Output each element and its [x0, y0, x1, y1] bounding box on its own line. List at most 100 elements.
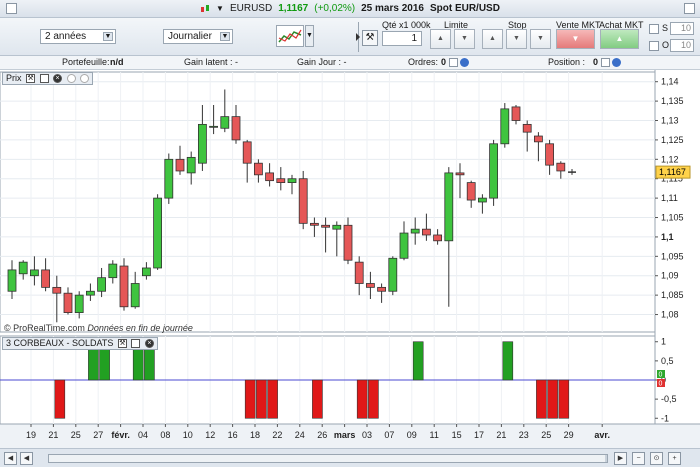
candle-body[interactable]: [209, 125, 219, 128]
candle-body[interactable]: [298, 178, 308, 224]
position-settings-icon[interactable]: [612, 58, 621, 68]
scroll-track[interactable]: [48, 454, 608, 463]
chevron-down-icon[interactable]: ▼: [103, 32, 113, 41]
signal-bar[interactable]: [502, 341, 514, 381]
candle-body[interactable]: [74, 294, 84, 313]
signal-bar[interactable]: [558, 379, 570, 419]
limit-buy-button[interactable]: ▲: [430, 29, 451, 49]
candle-body[interactable]: [410, 228, 420, 234]
candle-body[interactable]: [444, 172, 454, 242]
candle-body[interactable]: [332, 224, 342, 230]
candle-body[interactable]: [220, 116, 230, 129]
price-chart-svg[interactable]: 1,14 1,135 1,13 1,125 1,12 1,1 15 1,11 1,105 1,11…: [0, 70, 700, 448]
candle-body[interactable]: [29, 269, 39, 277]
signal-bar[interactable]: [356, 379, 368, 419]
wrench-icon[interactable]: ⚒: [26, 74, 36, 84]
candle-body[interactable]: [287, 178, 297, 183]
candle-body[interactable]: [377, 286, 387, 292]
candle-body[interactable]: [265, 172, 275, 182]
candle-body[interactable]: [343, 224, 353, 261]
close-icon[interactable]: ×: [144, 339, 154, 349]
candle-body[interactable]: [97, 277, 106, 292]
objective-distance-input[interactable]: 10: [670, 39, 694, 52]
candle-body[interactable]: [141, 267, 151, 277]
signal-bar[interactable]: [54, 379, 66, 419]
candle-body[interactable]: [522, 123, 532, 133]
orders-settings-icon[interactable]: [460, 58, 469, 68]
period-select[interactable]: 2 années ▼: [40, 29, 116, 44]
orders-actions[interactable]: [447, 57, 469, 68]
candle-body[interactable]: [186, 156, 196, 174]
candle-body[interactable]: [534, 135, 543, 143]
candle-body[interactable]: [433, 234, 443, 242]
stop-buy-button[interactable]: ▲: [482, 29, 503, 49]
candle-body[interactable]: [321, 224, 331, 228]
signal-bar[interactable]: [547, 379, 558, 419]
interval-select[interactable]: Journalier ▼: [163, 29, 233, 44]
candle-body[interactable]: [119, 265, 129, 308]
window-menu-icon[interactable]: [6, 3, 17, 14]
candle-body[interactable]: [477, 197, 487, 203]
candle-body[interactable]: [365, 283, 375, 288]
candle-body[interactable]: [63, 292, 73, 313]
buy-market-button[interactable]: ▲: [600, 29, 639, 49]
candle-body[interactable]: [466, 182, 476, 201]
settings-icon[interactable]: [66, 74, 76, 84]
candle-body[interactable]: [18, 261, 28, 275]
candle-body[interactable]: [511, 106, 521, 121]
candle-body[interactable]: [455, 172, 465, 176]
candle-body[interactable]: [52, 286, 62, 294]
candle-body[interactable]: [354, 261, 364, 284]
candle-body[interactable]: [108, 263, 118, 279]
candle-body[interactable]: [399, 232, 409, 259]
candle-body[interactable]: [421, 228, 431, 236]
stop-distance-input[interactable]: 10: [670, 22, 694, 35]
signal-bar[interactable]: [244, 379, 256, 419]
candle-body[interactable]: [175, 158, 185, 172]
signal-bar[interactable]: [267, 379, 278, 419]
stop-extra-button[interactable]: ▼: [530, 29, 551, 49]
candle-body[interactable]: [41, 269, 50, 288]
quantity-input[interactable]: 1: [382, 31, 422, 46]
candle-body[interactable]: [164, 158, 174, 199]
signal-bar[interactable]: [368, 379, 379, 419]
chart-scrollbar[interactable]: ◀ ◀ ▶ − ⊙ +: [0, 448, 700, 467]
zoom-in-icon[interactable]: +: [668, 452, 681, 465]
candle-body[interactable]: [7, 269, 17, 292]
limit-sell-button[interactable]: ▼: [454, 29, 475, 49]
chevron-down-icon[interactable]: ▼: [220, 32, 230, 41]
instrument-name[interactable]: EURUSD: [230, 3, 272, 14]
candle-body[interactable]: [231, 116, 241, 141]
candle-body[interactable]: [242, 141, 252, 164]
scroll-left-icon[interactable]: ◀: [20, 452, 33, 465]
chart-type-button[interactable]: [276, 25, 304, 47]
zoom-out-icon[interactable]: −: [632, 452, 645, 465]
candle-body[interactable]: [130, 283, 140, 308]
candle-body[interactable]: [309, 222, 319, 226]
candle-body[interactable]: [500, 108, 510, 145]
window-icon[interactable]: [39, 74, 49, 84]
window-icon[interactable]: [131, 339, 141, 349]
window-close-icon[interactable]: [684, 3, 695, 14]
position-list-icon[interactable]: [601, 58, 610, 68]
signal-bar[interactable]: [412, 341, 424, 381]
objective-checkbox[interactable]: [649, 41, 659, 51]
candle-body[interactable]: [276, 178, 286, 183]
chart-area[interactable]: 1,14 1,135 1,13 1,125 1,12 1,1 15 1,11 1,105 1,1 1…: [0, 70, 700, 448]
scroll-left-end-icon[interactable]: ◀: [4, 452, 17, 465]
candle-body[interactable]: [197, 123, 207, 164]
instrument-dropdown-arrow[interactable]: ▼: [216, 4, 224, 13]
orders-list-icon[interactable]: [449, 58, 458, 68]
signal-bar[interactable]: [256, 379, 267, 419]
wrench-icon[interactable]: ⚒: [362, 30, 378, 46]
wrench-icon[interactable]: ⚒: [117, 339, 127, 349]
candle-body[interactable]: [388, 257, 398, 292]
scroll-thumb[interactable]: [49, 455, 605, 462]
chart-type-dropdown[interactable]: ▼: [305, 25, 314, 47]
signal-bar[interactable]: [536, 379, 547, 419]
sell-market-button[interactable]: ▼: [556, 29, 595, 49]
candle-body[interactable]: [489, 143, 499, 199]
collapse-arrow-icon[interactable]: [356, 33, 360, 41]
candle-body[interactable]: [556, 162, 566, 172]
candle-body[interactable]: [153, 197, 163, 269]
